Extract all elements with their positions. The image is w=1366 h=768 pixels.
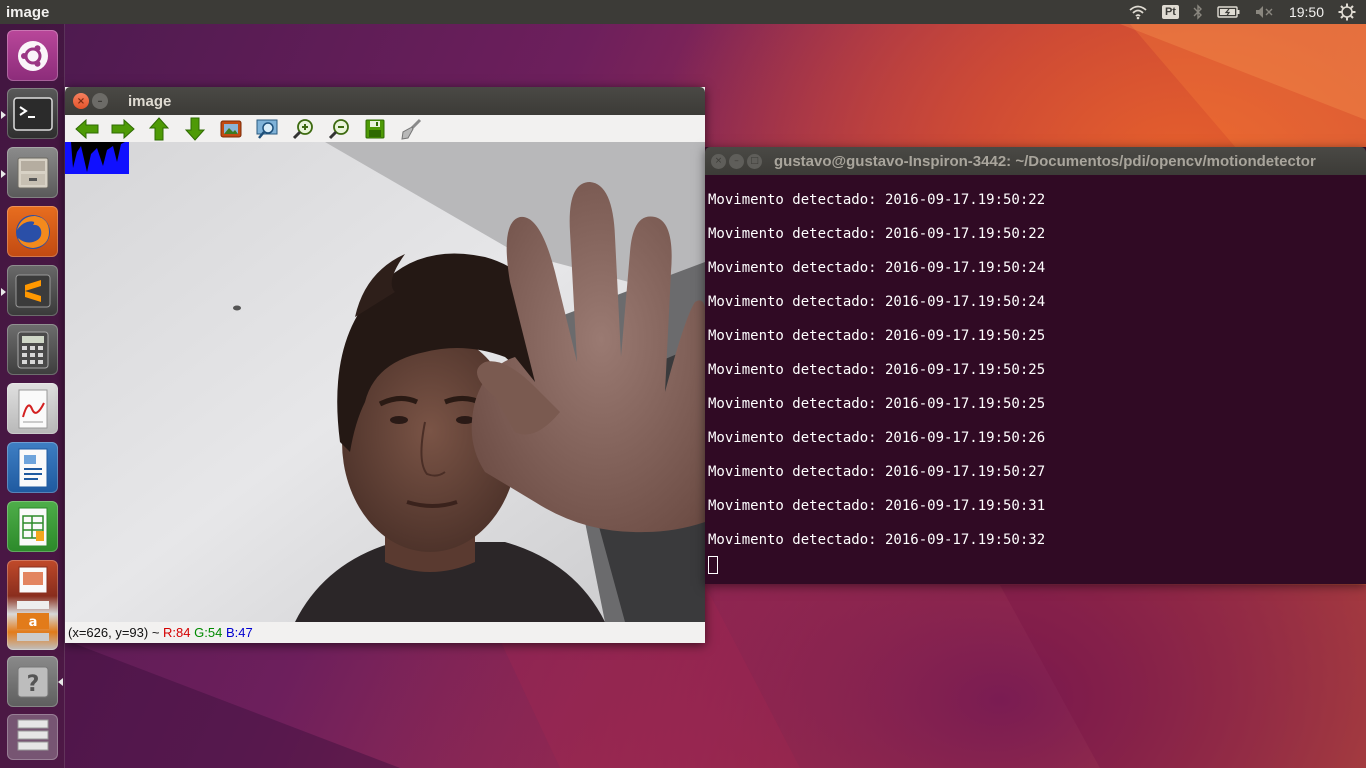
arrow-down-icon	[185, 117, 205, 141]
arrow-left-icon	[75, 118, 99, 139]
terminal-cursor	[708, 556, 718, 574]
pixel-blue-value: B:47	[225, 625, 253, 640]
stacked-launcher-apps[interactable]: a	[7, 560, 58, 650]
image-toolbar	[65, 115, 705, 142]
terminal-title: gustavo@gustavo-Inspiron-3442: ~/Documen…	[774, 152, 1316, 170]
pan-up-button[interactable]	[141, 116, 177, 142]
focus-indicator	[58, 678, 63, 686]
terminal-line: Movimento detectado: 2016-09-17.19:50:27	[708, 464, 1046, 480]
writer-icon	[18, 448, 47, 487]
terminal-line: Movimento detectado: 2016-09-17.19:50:32	[708, 532, 1046, 548]
wifi-icon[interactable]	[1128, 0, 1148, 24]
pan-down-button[interactable]	[177, 116, 213, 142]
zoom-fit-icon	[256, 119, 278, 139]
zoom-in-button[interactable]	[285, 116, 321, 142]
document-viewer-launcher[interactable]	[7, 383, 58, 434]
writer-launcher[interactable]	[7, 442, 58, 493]
terminal-line: Movimento detectado: 2016-09-17.19:50:25	[708, 328, 1046, 344]
sublime-text-launcher[interactable]	[7, 265, 58, 316]
terminal-output[interactable]: Movimento detectado: 2016-09-17.19:50:22…	[705, 175, 1366, 574]
arrow-up-icon	[149, 116, 169, 140]
terminal-close-button[interactable]: ×	[711, 153, 726, 169]
window-title: image	[128, 92, 172, 110]
terminal-line: Movimento detectado: 2016-09-17.19:50:26	[708, 430, 1046, 446]
close-button[interactable]: ×	[73, 93, 89, 109]
terminal-line: Movimento detectado: 2016-09-17.19:50:24	[708, 294, 1046, 310]
sublime-text-icon	[15, 274, 50, 307]
running-indicator	[1, 111, 6, 119]
pixel-green-value: G:54	[194, 625, 223, 640]
keyboard-layout-indicator[interactable]: Pt	[1161, 0, 1179, 24]
zoom-original-button[interactable]	[213, 116, 249, 142]
pixel-red-value: R:84	[163, 625, 191, 640]
firefox-icon	[15, 214, 50, 249]
calculator-icon	[17, 331, 48, 368]
workspace-switcher-icon	[17, 719, 48, 751]
zoom-out-icon	[328, 118, 349, 139]
active-app-title: image	[6, 3, 50, 21]
zoom-in-icon	[292, 118, 313, 139]
minimize-button[interactable]: –	[92, 93, 108, 109]
properties-button[interactable]	[393, 116, 429, 142]
arrow-right-icon	[111, 118, 135, 139]
calc-icon	[18, 507, 47, 546]
zoom-out-button[interactable]	[321, 116, 357, 142]
zoom-fit-button[interactable]	[249, 116, 285, 142]
help-launcher[interactable]: ?	[7, 656, 58, 707]
close-icon: ×	[76, 95, 86, 107]
clock[interactable]: 19:50	[1289, 4, 1324, 20]
volume-muted-icon[interactable]	[1255, 0, 1275, 24]
top-panel: image Pt 19:50	[0, 0, 1366, 24]
help-icon: ?	[17, 666, 48, 697]
terminal-launcher[interactable]	[7, 88, 58, 139]
terminal-minimize-button[interactable]: –	[729, 153, 744, 169]
bluetooth-icon[interactable]	[1193, 0, 1203, 24]
terminal-line: Movimento detectado: 2016-09-17.19:50:25	[708, 396, 1046, 412]
workspace-switcher-launcher[interactable]	[7, 714, 58, 760]
pdf-viewer-icon	[18, 389, 47, 428]
status-bar: (x=626, y=93) ~ R:84 G:54 B:47	[65, 622, 705, 643]
pixel-coordinates: (x=626, y=93) ~	[68, 625, 164, 640]
files-launcher[interactable]	[7, 147, 58, 198]
terminal-line: Movimento detectado: 2016-09-17.19:50:22	[708, 226, 1046, 242]
calc-launcher[interactable]	[7, 501, 58, 552]
minimize-icon: –	[734, 156, 739, 166]
image-window: × – image (x=626, y=93) ~ R:84 G:54 B:47	[65, 87, 705, 643]
pan-left-button[interactable]	[69, 116, 105, 142]
pan-right-button[interactable]	[105, 116, 141, 142]
keyboard-layout-label: Pt	[1161, 5, 1179, 19]
minimize-icon: –	[97, 95, 103, 107]
ubuntu-logo-icon	[17, 40, 48, 71]
dash-home-button[interactable]	[7, 30, 58, 81]
firefox-launcher[interactable]	[7, 206, 58, 257]
svg-text:a: a	[28, 615, 37, 630]
maximize-icon: □	[750, 156, 759, 166]
calculator-launcher[interactable]	[7, 324, 58, 375]
terminal-titlebar[interactable]: × – □ gustavo@gustavo-Inspiron-3442: ~/D…	[705, 147, 1366, 175]
terminal-line: Movimento detectado: 2016-09-17.19:50:22	[708, 192, 1046, 208]
webcam-frame	[65, 142, 705, 622]
save-button[interactable]	[357, 116, 393, 142]
terminal-line: Movimento detectado: 2016-09-17.19:50:24	[708, 260, 1046, 276]
running-indicator	[1, 288, 6, 296]
launcher: a ?	[0, 24, 65, 768]
settings-gear-icon[interactable]	[1338, 0, 1356, 24]
svg-text:?: ?	[26, 672, 39, 697]
indicator-area: Pt 19:50	[1128, 0, 1356, 24]
image-window-titlebar[interactable]: × – image	[65, 87, 705, 115]
impress-amazon-stack-icon: a	[16, 566, 49, 641]
terminal-maximize-button[interactable]: □	[747, 153, 762, 169]
close-icon: ×	[714, 156, 723, 166]
terminal-window: × – □ gustavo@gustavo-Inspiron-3442: ~/D…	[705, 147, 1366, 584]
image-canvas[interactable]	[65, 142, 705, 622]
image-icon	[220, 120, 242, 137]
file-cabinet-icon	[17, 157, 48, 188]
terminal-line: Movimento detectado: 2016-09-17.19:50:31	[708, 498, 1046, 514]
terminal-icon	[12, 96, 53, 131]
running-indicator	[1, 170, 6, 178]
battery-icon[interactable]	[1217, 0, 1241, 24]
save-icon	[365, 119, 385, 138]
properties-brush-icon	[401, 118, 422, 140]
terminal-line: Movimento detectado: 2016-09-17.19:50:25	[708, 362, 1046, 378]
